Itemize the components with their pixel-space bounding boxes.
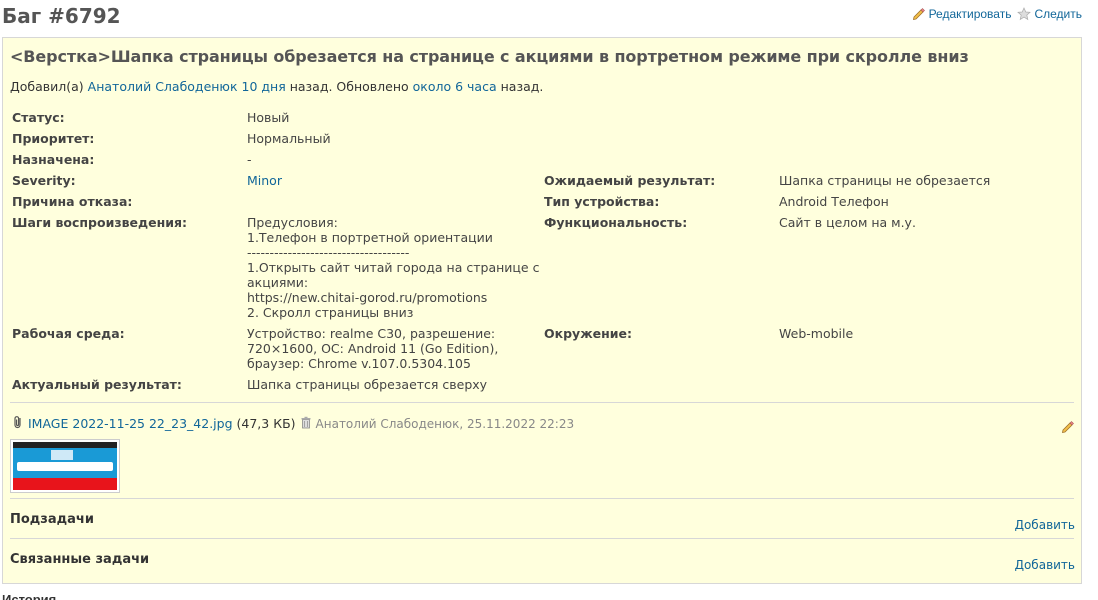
divider [10,498,1074,499]
status-value: Новый [247,110,290,125]
severity-value[interactable]: Minor [247,173,282,188]
priority-label: Приоритет: [12,131,95,146]
add-subtask-link[interactable]: Добавить [1015,518,1075,532]
environment-value: Устройство: realme C30, разрешение: 720×… [247,326,499,371]
divider [10,538,1074,539]
subtasks-title: Подзадачи [10,512,94,527]
assignee-label: Назначена: [12,152,95,167]
trash-icon[interactable] [300,416,312,432]
issue-subject: <Верстка>Шапка страницы обрезается на ст… [10,47,969,66]
watch-link[interactable]: Следить [1034,7,1082,21]
divider [10,402,1074,403]
updated-ago-link[interactable]: около 6 часа [413,79,497,94]
author-mid: назад. Обновлено [289,79,409,94]
assignee-value: - [247,152,252,167]
history-heading: История [2,592,57,600]
steps-label: Шаги воспроизведения: [12,215,187,230]
page-title: Баг #6792 [2,4,121,28]
issue-author-line: Добавил(а) Анатолий Слабоденюк 10 дня на… [10,79,543,94]
attachment-row: IMAGE 2022-11-25 22_23_42.jpg (47,3 КБ) … [12,415,574,432]
issue-actions: Редактировать Следить [912,7,1082,21]
surroundings-value: Web-mobile [779,326,854,341]
status-label: Статус: [12,110,65,125]
severity-label: Severity: [12,173,76,188]
device-type-value: Android Телефон [779,194,889,209]
attachment-link[interactable]: IMAGE 2022-11-25 22_23_42.jpg [28,416,233,431]
thumb-status-bar [13,442,117,448]
expected-result-label: Ожидаемый результат: [544,173,716,188]
functionality-value: Сайт в целом на м.у. [779,215,916,230]
actual-result-label: Актуальный результат: [12,377,182,392]
attachment-size: (47,3 КБ) [236,416,296,431]
rejection-reason-label: Причина отказа: [12,194,133,209]
steps-value: Предусловия: 1.Телефон в портретной орие… [247,215,540,320]
attachment-thumbnail[interactable] [10,439,120,493]
author-suffix: назад. [500,79,544,94]
functionality-label: Функциональность: [544,215,688,230]
thumb-logo [51,450,73,460]
priority-value: Нормальный [247,131,331,146]
issue-card: <Верстка>Шапка страницы обрезается на ст… [2,37,1082,584]
surroundings-label: Окружение: [544,326,632,341]
pencil-icon [912,7,926,21]
author-prefix: Добавил(а) [10,79,84,94]
edit-action[interactable]: Редактировать [912,7,1012,21]
author-link[interactable]: Анатолий Слабоденюк [88,79,238,94]
environment-label: Рабочая среда: [12,326,125,341]
actual-result-value: Шапка страницы обрезается сверху [247,377,488,392]
paperclip-icon [12,415,24,432]
edit-link[interactable]: Редактировать [929,7,1012,21]
edit-attachment-pencil-icon[interactable] [1061,420,1075,437]
attachment-meta: Анатолий Слабоденюк, 25.11.2022 22:23 [315,416,575,431]
added-ago-link[interactable]: 10 дня [242,79,286,94]
thumbnail-image [13,442,117,490]
related-issues-title: Связанные задачи [10,552,150,567]
add-related-link[interactable]: Добавить [1015,558,1075,572]
thumb-search-bar [17,462,113,471]
device-type-label: Тип устройства: [544,194,660,209]
watch-action[interactable]: Следить [1017,7,1082,21]
star-icon [1017,7,1032,21]
expected-result-value: Шапка страницы не обрезается [779,173,991,188]
thumb-red-strip [13,478,117,490]
